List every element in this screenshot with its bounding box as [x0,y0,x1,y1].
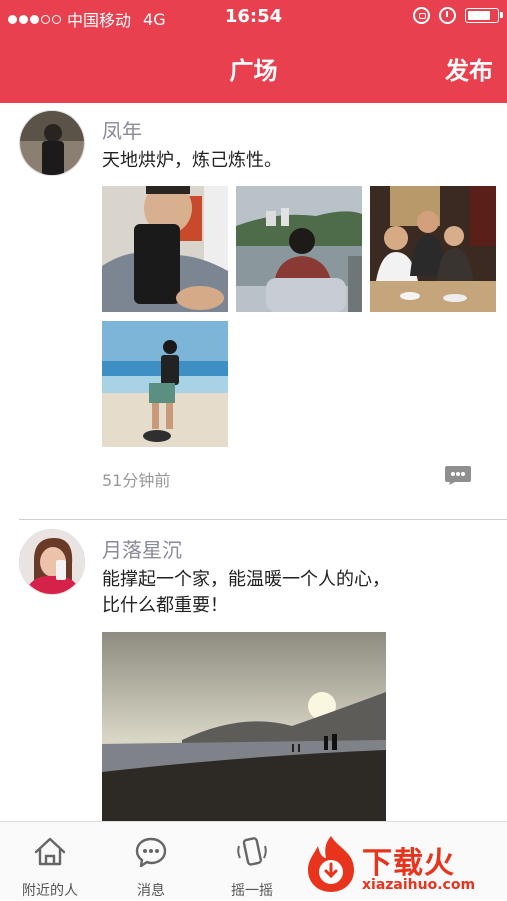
tab-label: 摇一摇 [231,883,273,899]
avatar[interactable] [19,529,85,595]
post-username[interactable]: 凤年 [102,115,142,144]
phone-shake-icon [237,837,267,866]
watermark-url: xiazaihuo.com [362,877,476,893]
nav-bar: 广场 发布 [0,33,507,103]
avatar-image [20,530,84,594]
battery-level [468,11,490,20]
chat-icon [135,837,167,868]
avatar-image [20,111,84,175]
watermark-text: 下载火 [362,846,455,881]
tab-shake[interactable]: 摇一摇 [202,822,302,901]
flame-logo-icon [308,836,354,892]
home-icon [34,837,66,866]
rotation-lock-icon [413,7,430,24]
alarm-icon [439,7,456,24]
post-username[interactable]: 月落星沉 [102,534,182,563]
feed-list[interactable]: 凤年 天地烘炉，炼己炼性。 51分钟前 月落星沉 能撑起一个家，能温暖一个人的心… [0,103,507,821]
tab-messages[interactable]: 消息 [101,822,201,901]
publish-button[interactable]: 发布 [445,51,493,86]
lake-photo[interactable] [236,186,362,312]
status-right [413,7,503,24]
beach-photo[interactable] [102,321,228,447]
page-title: 广场 [229,57,278,85]
battery-icon [465,8,503,23]
tab-nearby-people[interactable]: 附近的人 [0,822,100,901]
dinner-group-photo[interactable] [370,186,496,312]
tab-label: 附近的人 [22,883,78,899]
avatar[interactable] [19,110,85,176]
feed-post: 凤年 天地烘炉，炼己炼性。 51分钟前 [0,103,507,523]
watermark-logo: 下载火 xiazaihuo.com [300,828,507,900]
tab-label: 消息 [137,883,165,899]
status-bar: 中国移动 4G 16:54 [0,0,507,33]
selfie-photo[interactable] [102,186,228,312]
post-text: 能撑起一个家，能温暖一个人的心，比什么都重要！ [102,569,390,616]
post-text: 天地烘炉，炼己炼性。 [102,150,282,171]
post-time: 51分钟前 [102,471,171,490]
feed-post: 月落星沉 能撑起一个家，能温暖一个人的心，比什么都重要！ [0,520,507,821]
comment-icon[interactable] [444,464,472,486]
sunset-beach-photo[interactable] [102,632,386,821]
